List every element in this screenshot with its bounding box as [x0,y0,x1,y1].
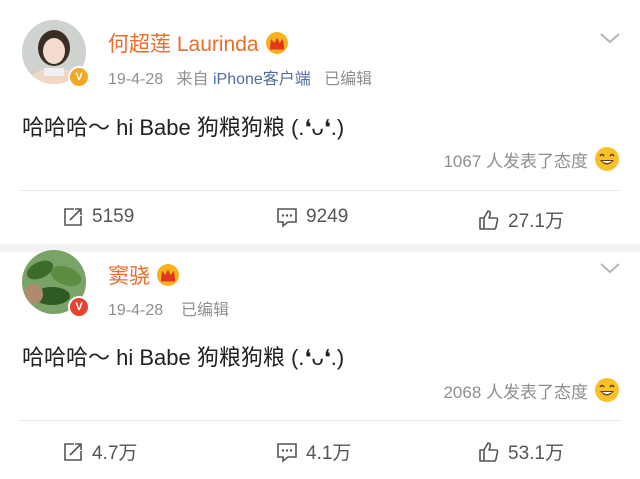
repost-button[interactable]: 5159 [62,206,134,228]
repost-count: 5159 [92,206,135,227]
like-button[interactable]: 53.1万 [478,438,564,465]
repost-icon [64,208,82,226]
attitude-count: 2068 人发表了态度 [443,382,588,402]
repost-icon [64,442,82,461]
post-content: 哈哈哈～ hi Babe 狗粮狗粮 (.❛ᴗ❛.) [22,115,345,140]
post-source-prefix: 来自 [176,71,209,88]
attitude-count: 1067 人发表了态度 [443,151,588,171]
edited-label[interactable]: 已编辑 [324,71,372,88]
verified-badge-icon: V [68,296,90,318]
post-meta: 19-4-28 已编辑 [108,296,229,320]
author-name-row[interactable]: 窦骁 [108,260,180,290]
crown-icon [157,264,179,286]
repost-count: 4.7万 [92,443,138,464]
chevron-down-icon[interactable] [598,260,622,276]
comment-icon [277,442,297,463]
like-count: 53.1万 [508,443,564,464]
comment-count: 9249 [306,206,349,227]
post-date: 19-4-28 [108,302,164,319]
comment-button[interactable]: 9249 [276,206,348,228]
post-date: 19-4-28 [108,71,164,88]
weibo-post-1: V 何超莲 Laurinda 19-4-28 来自 iPhone客户端 已编辑 … [0,0,640,250]
author-name-row[interactable]: 何超莲 Laurinda [108,28,289,58]
repost-button[interactable]: 4.7万 [62,438,137,465]
comment-count: 4.1万 [306,443,352,464]
thumbs-up-icon [479,209,499,230]
comment-button[interactable]: 4.1万 [276,438,351,465]
comment-icon [277,208,297,228]
crown-icon [265,32,288,54]
like-count: 27.1万 [508,211,564,232]
like-button[interactable]: 27.1万 [478,206,564,233]
attitude-row[interactable]: 1067 人发表了态度 [443,146,620,172]
chevron-down-icon[interactable] [598,30,622,46]
edited-label[interactable]: 已编辑 [181,302,229,319]
laughing-emoji-icon [595,147,619,171]
weibo-post-2: V 窦骁 19-4-28 已编辑 哈哈哈～ hi Babe 狗粮狗粮 (.❛ᴗ❛… [0,230,640,479]
laughing-emoji-icon [595,378,619,402]
author-name[interactable]: 窦骁 [108,260,150,290]
post-meta: 19-4-28 来自 iPhone客户端 已编辑 [108,65,372,89]
verified-badge-icon: V [68,66,90,88]
attitude-row[interactable]: 2068 人发表了态度 [443,377,620,403]
post-source[interactable]: iPhone客户端 [213,71,311,88]
divider [20,190,620,191]
post-content: 哈哈哈～ hi Babe 狗粮狗粮 (.❛ᴗ❛.) [22,345,345,370]
author-name[interactable]: 何超莲 Laurinda [108,28,259,58]
divider [20,420,620,421]
thumbs-up-icon [479,441,499,462]
